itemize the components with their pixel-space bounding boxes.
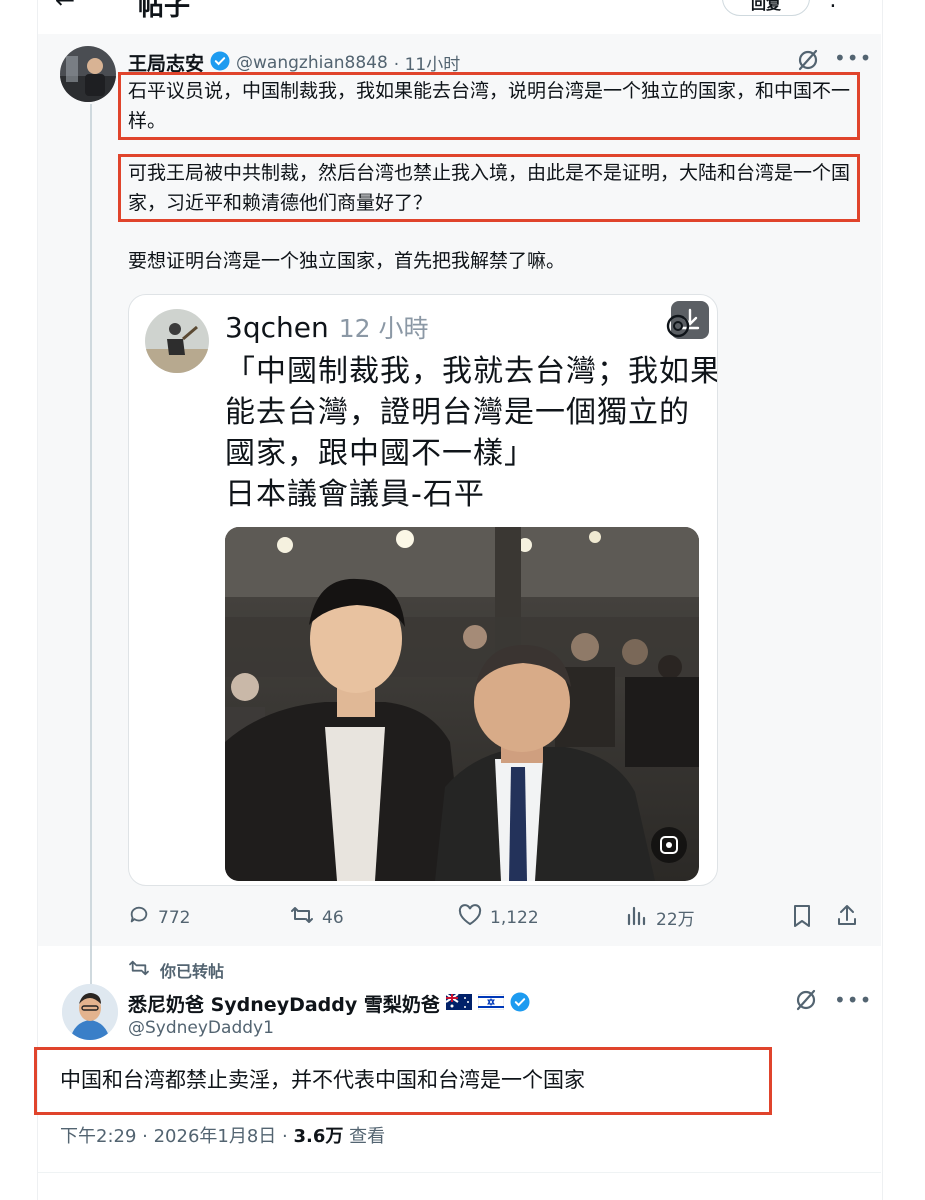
embedded-header: 3qchen 12 小時 — [225, 309, 428, 345]
thread-line — [90, 104, 92, 984]
embedded-line-2: 能去台灣，證明台灣是一個獨立的 — [225, 395, 690, 430]
avatar-sydneydaddy[interactable] — [62, 984, 118, 1040]
embedded-photo[interactable] — [225, 527, 699, 881]
share-icon[interactable] — [836, 903, 858, 931]
embedded-author: 3qchen — [225, 311, 329, 344]
more-icon[interactable]: ••• — [834, 988, 872, 1012]
top-more-icon[interactable]: ⋮ — [822, 0, 844, 11]
repost-banner-icon — [128, 959, 150, 981]
embedded-circle-icon — [665, 313, 691, 343]
like-button[interactable]: 1,122 — [458, 904, 539, 931]
reply-button[interactable]: 772 — [128, 904, 190, 931]
reply-pill-button[interactable]: 回复 — [722, 0, 810, 16]
views-button[interactable]: 22万 — [626, 904, 695, 931]
avatar-wangzhian[interactable] — [60, 46, 116, 102]
reply-count: 772 — [158, 907, 191, 928]
repost-button[interactable]: 46 — [290, 904, 344, 931]
main-tweet-text: 中国和台湾都禁止卖淫，并不代表中国和台湾是一个国家 — [60, 1068, 585, 1092]
grok-icon[interactable] — [794, 988, 818, 1016]
tweet-paragraph-2: 可我王局被中共制裁，然后台湾也禁止我入境，由此是不是证明，大陆和台湾是一个国家，… — [128, 162, 851, 214]
views-count-main: 3.6万 — [293, 1126, 344, 1147]
main-author-handle[interactable]: @SydneyDaddy1 — [128, 1018, 274, 1038]
views-icon — [626, 904, 648, 931]
main-tweet-header: 悉尼奶爸 SydneyDaddy 雪梨奶爸 — [128, 990, 530, 1017]
australia-flag-icon — [445, 992, 472, 1014]
retweet-banner: 你已转帖 — [128, 958, 224, 982]
image-edit-icon[interactable] — [651, 827, 687, 863]
back-arrow-icon[interactable]: ← — [55, 0, 75, 14]
reply-pill-label: 回复 — [750, 0, 781, 13]
author-handle[interactable]: @wangzhian8848 — [236, 53, 388, 73]
verified-badge-icon — [210, 51, 230, 75]
like-count: 1,122 — [490, 907, 539, 928]
timestamp-text: 下午2:29 · 2026年1月8日 · — [60, 1126, 294, 1147]
avatar-3qchen — [145, 309, 209, 373]
page-title: 帖子 — [138, 0, 191, 22]
main-tweet-timestamp[interactable]: 下午2:29 · 2026年1月8日 · 3.6万 查看 — [60, 1122, 385, 1148]
views-label: 查看 — [343, 1126, 386, 1147]
more-icon[interactable]: ••• — [834, 46, 872, 70]
views-count: 22万 — [656, 910, 695, 930]
like-icon — [458, 904, 482, 931]
tweet-paragraph-3: 要想证明台湾是一个独立国家，首先把我解禁了嘛。 — [128, 250, 566, 272]
embedded-time: 12 小時 — [338, 314, 429, 343]
repost-count: 46 — [322, 907, 344, 928]
verified-badge-icon — [510, 992, 530, 1016]
israel-flag-icon — [477, 993, 505, 1014]
embedded-line-4: 日本議會議員-石平 — [225, 477, 485, 512]
embedded-line-3: 國家，跟中國不一樣」 — [225, 436, 535, 471]
main-author-name[interactable]: 悉尼奶爸 SydneyDaddy 雪梨奶爸 — [128, 990, 440, 1017]
repost-icon — [290, 904, 314, 931]
retweet-banner-text: 你已转帖 — [160, 962, 225, 981]
embedded-image-card[interactable]: 3qchen 12 小時 「中國制裁我，我就去台灣；我如果 能去台灣，證明台灣是… — [128, 294, 718, 886]
embedded-line-1: 「中國制裁我，我就去台灣；我如果 — [225, 354, 718, 389]
reply-icon — [128, 904, 150, 931]
bookmark-icon[interactable] — [791, 904, 813, 932]
tweet-paragraph-1: 石平议员说，中国制裁我，我如果能去台湾，说明台湾是一个独立的国家，和中国不一样。 — [128, 80, 851, 132]
divider — [38, 1172, 881, 1173]
